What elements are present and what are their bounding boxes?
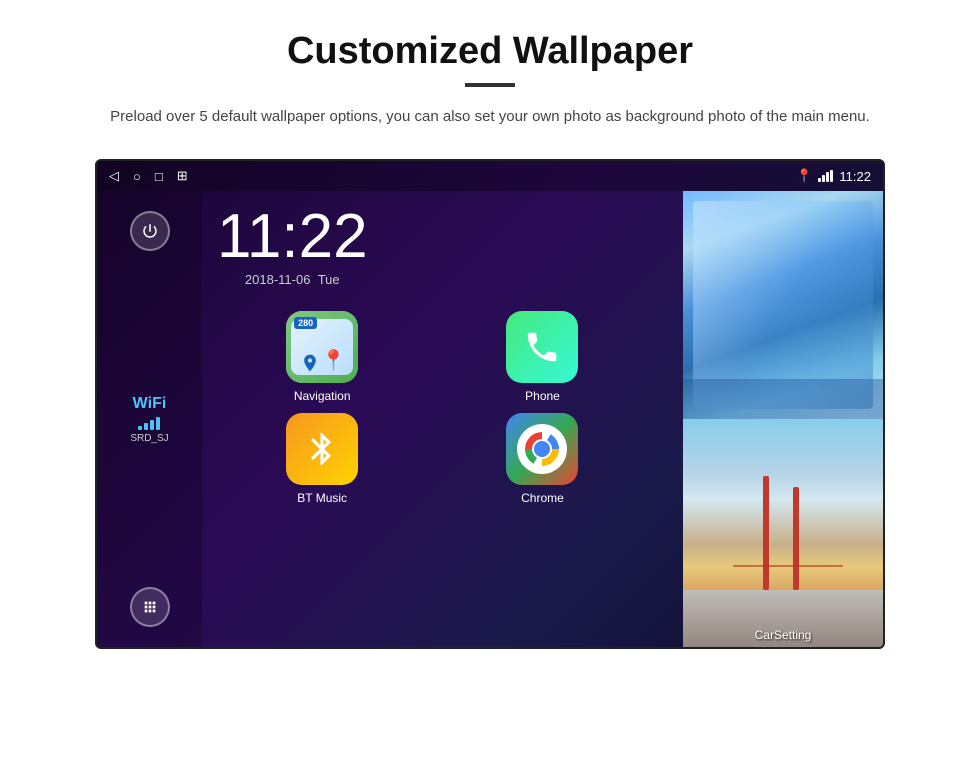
- back-icon: ◁: [109, 168, 119, 184]
- clock-time: 11:22: [217, 206, 368, 268]
- clock-date: 2018-11-06 Tue: [217, 272, 368, 287]
- status-indicators: 📍 11:22: [796, 168, 871, 184]
- location-icon: 📍: [796, 168, 812, 184]
- chrome-app-icon: [506, 413, 578, 485]
- carsetting-label: CarSetting: [683, 628, 883, 642]
- screen-content: WiFi SRD_SJ: [97, 191, 883, 647]
- status-bar: ◁ ○ □ ⊞ 📍 11:22: [97, 161, 883, 191]
- wifi-label: WiFi: [130, 395, 168, 413]
- app-label: Phone: [525, 389, 560, 403]
- clock-widget: 11:22 2018-11-06 Tue: [217, 206, 368, 287]
- title-divider: [465, 83, 515, 87]
- nav-pin: 📍: [321, 348, 346, 373]
- apps-button[interactable]: [130, 587, 170, 627]
- wifi-widget: WiFi SRD_SJ: [130, 395, 168, 444]
- nav-buttons: ◁ ○ □ ⊞: [109, 168, 188, 184]
- wallpaper-panel: CarSetting: [683, 191, 883, 647]
- android-screen: ◁ ○ □ ⊞ 📍 11:22: [95, 159, 885, 649]
- time-display: 11:22: [839, 169, 871, 184]
- list-item[interactable]: BT Music: [217, 413, 427, 505]
- navigation-app-icon: 280 📍: [286, 311, 358, 383]
- sidebar: WiFi SRD_SJ: [97, 191, 202, 647]
- page-description: Preload over 5 default wallpaper options…: [110, 105, 870, 129]
- signal-icon: [818, 170, 833, 182]
- list-item[interactable]: 280 📍 Navigation: [217, 311, 427, 403]
- wifi-ssid: SRD_SJ: [130, 433, 168, 444]
- recents-icon: □: [155, 169, 163, 184]
- nav-badge: 280: [294, 317, 317, 329]
- list-item[interactable]: Phone: [437, 311, 647, 403]
- wifi-bars: [130, 416, 168, 430]
- app-label: Chrome: [521, 491, 564, 505]
- page-title: Customized Wallpaper: [287, 30, 693, 73]
- home-icon: ○: [133, 169, 141, 184]
- app-label: BT Music: [297, 491, 347, 505]
- power-button[interactable]: [130, 211, 170, 251]
- app-label: Navigation: [294, 389, 351, 403]
- bt-music-app-icon: [286, 413, 358, 485]
- list-item[interactable]: Chrome: [437, 413, 647, 505]
- wallpaper-thumb-bridge[interactable]: CarSetting: [683, 419, 883, 647]
- phone-app-icon: [506, 311, 578, 383]
- wallpaper-thumb-ice[interactable]: [683, 191, 883, 419]
- screenshot-icon: ⊞: [177, 168, 188, 184]
